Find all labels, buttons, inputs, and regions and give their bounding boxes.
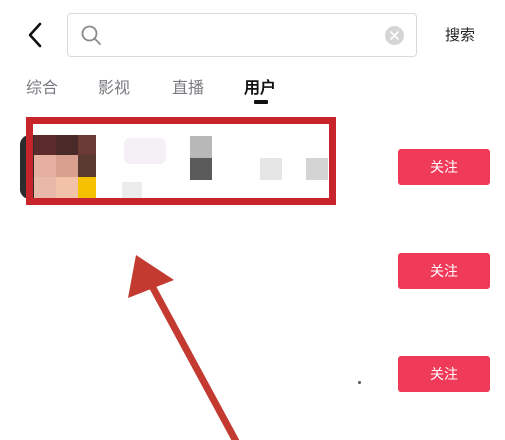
- tab-users[interactable]: 用户: [244, 74, 276, 98]
- tab-live[interactable]: 直播: [172, 74, 204, 98]
- list-item[interactable]: 关注: [0, 234, 505, 306]
- close-icon: [390, 31, 399, 40]
- highlight-box: [26, 117, 336, 205]
- clear-icon[interactable]: [385, 26, 404, 45]
- search-button[interactable]: 搜索: [445, 24, 475, 45]
- search-input[interactable]: [112, 22, 376, 52]
- tab-video[interactable]: 影视: [98, 74, 130, 98]
- search-box[interactable]: [67, 13, 417, 57]
- follow-button[interactable]: 关注: [398, 253, 490, 289]
- tab-bar: 综合 影视 直播 用户: [0, 72, 505, 106]
- back-button[interactable]: [22, 22, 48, 48]
- follow-button[interactable]: 关注: [398, 356, 490, 392]
- chevron-left-icon: [28, 22, 42, 48]
- tab-comprehensive[interactable]: 综合: [26, 74, 58, 98]
- search-icon: [81, 25, 101, 45]
- list-item[interactable]: 关注: [0, 337, 505, 409]
- follow-button[interactable]: 关注: [398, 149, 490, 185]
- tab-active-indicator: [254, 100, 268, 104]
- dot-artifact: [358, 381, 361, 384]
